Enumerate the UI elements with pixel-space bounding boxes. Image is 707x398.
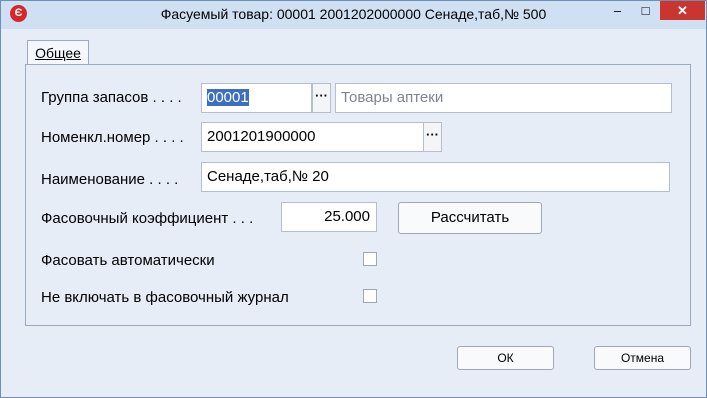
stock-group-input[interactable]: 00001 <box>201 83 312 113</box>
cancel-button[interactable]: Отмена <box>594 346 691 370</box>
stock-group-label: Группа запасов . . . . <box>41 89 182 106</box>
name-label: Наименование . . . . <box>41 171 179 188</box>
nomenclature-input[interactable]: 2001201900000 <box>201 122 425 152</box>
tab-general[interactable]: Общее <box>27 40 89 65</box>
stock-group-name-field[interactable]: Товары аптеки <box>335 83 672 113</box>
nomenclature-label: Номенкл.номер . . . . <box>41 129 184 146</box>
calculate-button[interactable]: Рассчитать <box>398 202 542 234</box>
nomenclature-picker-button[interactable]: ··· <box>423 122 442 152</box>
dialog-window: Є Фасуемый товар: 00001 2001202000000 Се… <box>0 0 707 398</box>
close-button[interactable]: ✕ <box>660 1 705 20</box>
packing-coef-label: Фасовочный коэффициент . . . <box>41 210 254 227</box>
tab-general-label: Общее <box>35 45 81 61</box>
maximize-button[interactable]: □ <box>632 1 659 20</box>
ok-button[interactable]: ОК <box>457 346 554 370</box>
minimize-button[interactable]: ‒ <box>604 1 631 20</box>
auto-pack-label: Фасовать автоматически <box>41 252 215 269</box>
window-title: Фасуемый товар: 00001 2001202000000 Сена… <box>160 6 547 22</box>
packing-coef-input[interactable]: 25.000 <box>281 202 377 232</box>
auto-pack-checkbox[interactable] <box>363 252 377 266</box>
title-bar[interactable]: Є Фасуемый товар: 00001 2001202000000 Се… <box>1 1 706 29</box>
name-input[interactable]: Сенаде,таб,№ 20 <box>201 162 670 192</box>
exclude-journal-label: Не включать в фасовочный журнал <box>41 289 289 306</box>
stock-group-picker-button[interactable]: ··· <box>312 83 331 113</box>
stock-group-value: 00001 <box>207 89 249 106</box>
exclude-journal-checkbox[interactable] <box>363 289 377 303</box>
